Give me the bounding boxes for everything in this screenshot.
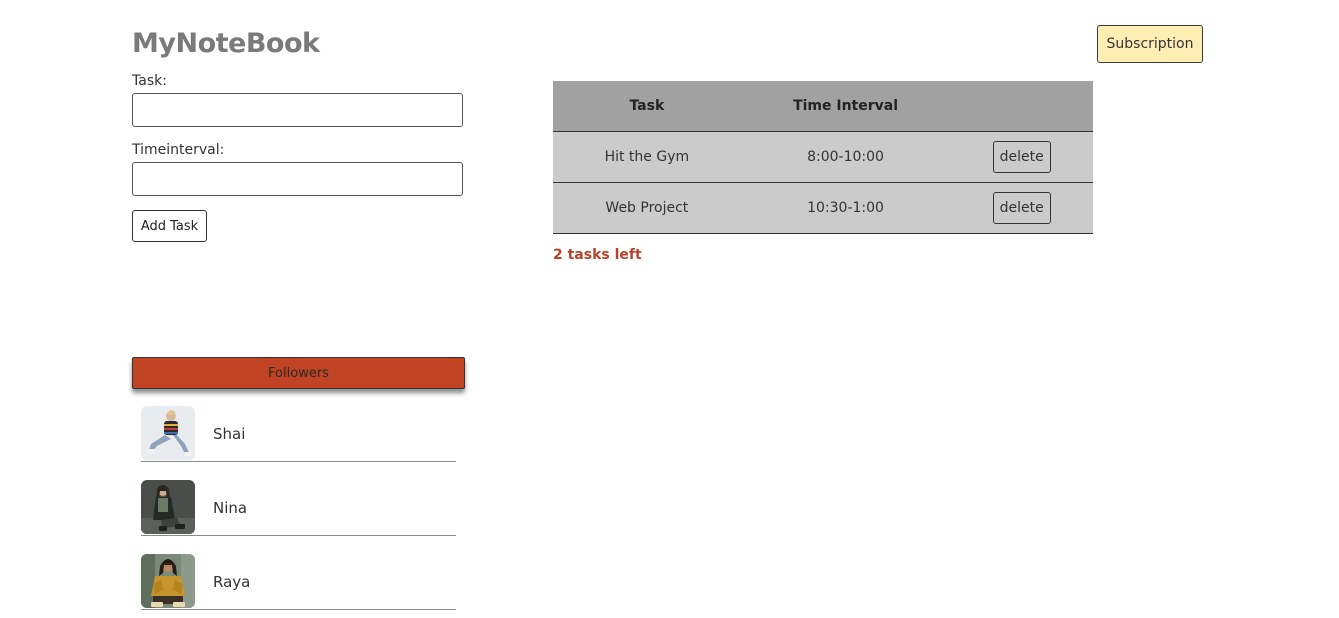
table-row: Web Project 10:30-1:00 delete (553, 182, 1093, 234)
follower-name: Raya (213, 572, 251, 591)
app-logo: MyNoteBook (132, 28, 320, 59)
follower-item[interactable]: Shai (141, 406, 456, 462)
column-header-time-interval: Time Interval (740, 81, 951, 132)
table-header-row: Task Time Interval (553, 81, 1093, 132)
follower-item[interactable]: Raya (141, 554, 456, 610)
action-cell: delete (950, 131, 1093, 183)
subscription-button[interactable]: Subscription (1097, 25, 1203, 63)
task-input[interactable] (132, 93, 463, 127)
timeinterval-input[interactable] (132, 162, 463, 196)
avatar (141, 554, 195, 608)
page: MyNoteBook Subscription Task: Timeinterv… (0, 0, 1339, 618)
delete-button[interactable]: delete (992, 192, 1051, 224)
avatar (141, 406, 195, 460)
timeinterval-label: Timeinterval: (132, 142, 225, 158)
tasks-left-counter: 2 tasks left (553, 247, 642, 263)
delete-button[interactable]: delete (992, 141, 1051, 173)
time-cell: 10:30-1:00 (740, 182, 951, 234)
add-task-button[interactable]: Add Task (132, 210, 207, 242)
task-label: Task: (132, 73, 167, 89)
time-cell: 8:00-10:00 (740, 131, 951, 183)
followers-button[interactable]: Followers (132, 357, 465, 389)
task-cell: Hit the Gym (553, 131, 741, 183)
column-header-actions (950, 81, 1093, 132)
follower-name: Shai (213, 424, 246, 443)
table-row: Hit the Gym 8:00-10:00 delete (553, 131, 1093, 183)
follower-item[interactable]: Nina (141, 480, 456, 536)
column-header-task: Task (553, 81, 741, 132)
task-cell: Web Project (553, 182, 741, 234)
task-table: Task Time Interval Hit the Gym 8:00-10:0… (553, 81, 1093, 234)
follower-name: Nina (213, 498, 248, 517)
avatar (141, 480, 195, 534)
action-cell: delete (950, 182, 1093, 234)
